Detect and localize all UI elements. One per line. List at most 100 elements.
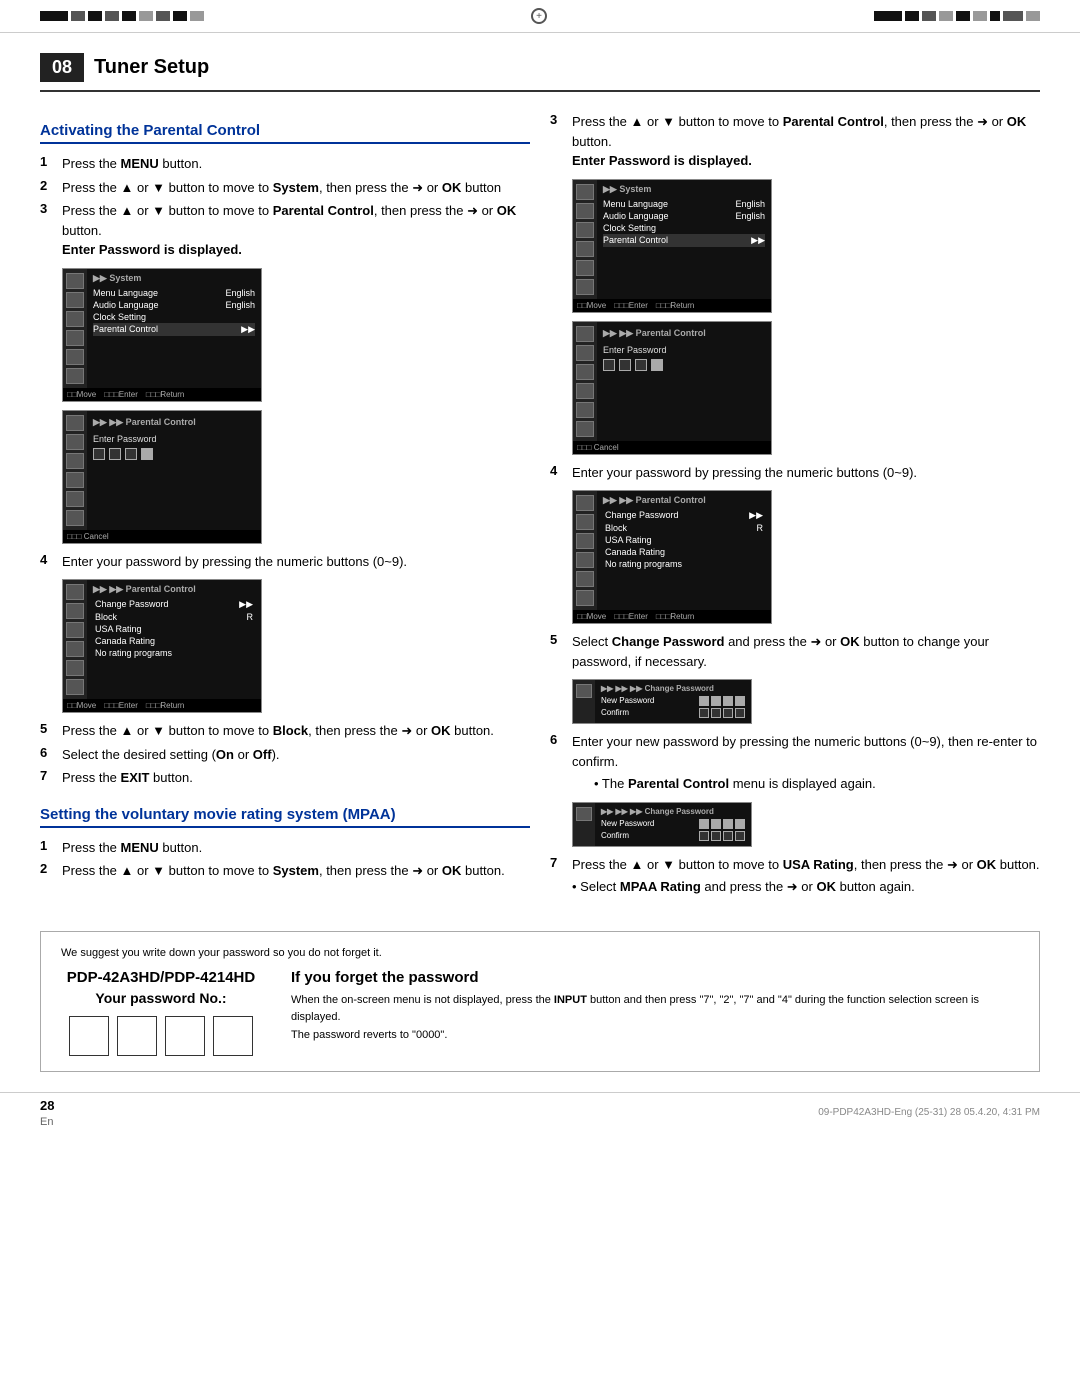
cp-dot [699, 831, 709, 841]
ok-keyword3: OK [431, 723, 451, 738]
chapter-header: 08 Tuner Setup [40, 53, 1040, 92]
cp-inner-1: ▶▶ ▶▶ ▶▶ Change Password New Password [573, 680, 751, 723]
icon-box [576, 260, 594, 276]
step-5-text: Press the ▲ or ▼ button to move to Block… [62, 721, 530, 741]
note-right-title: If you forget the password [291, 969, 1019, 986]
icon-box [66, 679, 84, 695]
cp-dot [723, 819, 733, 829]
note-container: We suggest you write down your password … [61, 947, 1019, 1056]
right-block-row: BlockR [603, 522, 765, 534]
right-step-3: 3 Press the ▲ or ▼ button to move to Par… [550, 112, 1040, 171]
pc-inner: ▶▶ ▶▶ Parental Control Change Password▶▶… [63, 580, 261, 699]
step-3-text: Press the ▲ or ▼ button to move to Paren… [62, 201, 530, 260]
cp-title-2: ▶▶ ▶▶ ▶▶ Change Password [601, 807, 745, 816]
deco-seg [939, 11, 953, 21]
change-pw-screen-2: ▶▶ ▶▶ ▶▶ Change Password New Password [572, 802, 1040, 847]
cp-dot [723, 831, 733, 841]
right-system-menu-screen: ▶▶ System Menu LanguageEnglish Audio Lan… [572, 179, 772, 313]
usa-rating-row: USA Rating [93, 623, 255, 635]
deco-seg [40, 11, 68, 21]
cp-dot [711, 831, 721, 841]
parental-control-title: ▶▶ ▶▶ Parental Control [93, 417, 255, 428]
password-footer: □□□ Cancel [63, 530, 261, 543]
step-num-6: 6 [40, 745, 58, 760]
icon-box [576, 402, 594, 418]
bullet-note: • The Parental Control menu is displayed… [594, 774, 1040, 794]
icon-box [66, 349, 84, 365]
right-parental-row: Parental Control▶▶ [603, 234, 765, 247]
right-no-rating-row: No rating programs [603, 558, 765, 570]
pw-box-4 [213, 1016, 253, 1056]
note-password-label: Your password No.: [95, 990, 226, 1006]
pc-main-area: ▶▶ ▶▶ Parental Control Change Password▶▶… [87, 580, 261, 699]
off-keyword: Off [253, 747, 272, 762]
note-right-area: If you forget the password When the on-s… [291, 969, 1019, 1045]
right-column: 3 Press the ▲ or ▼ button to move to Par… [550, 112, 1040, 901]
icon-box [66, 330, 84, 346]
main-content: Activating the Parental Control 1 Press … [0, 102, 1080, 911]
icon-box [576, 203, 594, 219]
right-step-7: 7 Press the ▲ or ▼ button to move to USA… [550, 855, 1040, 897]
right-step-3-text: Press the ▲ or ▼ button to move to Paren… [572, 112, 1040, 171]
step-4: 4 Enter your password by pressing the nu… [40, 552, 530, 572]
dot-1 [93, 448, 105, 460]
icon-box [576, 571, 594, 587]
password-icons [63, 411, 87, 530]
ok-kw-right7: OK [977, 857, 997, 872]
step-6-text: Select the desired setting (On or Off). [62, 745, 530, 765]
note-left-area: PDP-42A3HD/PDP-4214HD Your password No.: [61, 969, 261, 1056]
password-sidebar: ▶▶ ▶▶ Parental Control Enter Password [63, 411, 261, 530]
step-num-7: 7 [40, 768, 58, 783]
icon-box [576, 184, 594, 200]
mpaa-step-1-text: Press the MENU button. [62, 838, 530, 858]
dot-3 [125, 448, 137, 460]
cp-dot [711, 696, 721, 706]
right-step-5: 5 Select Change Password and press the ➜… [550, 632, 1040, 671]
note-box: We suggest you write down your password … [40, 931, 1040, 1072]
cp-dot [699, 708, 709, 718]
cp-icon-area [573, 680, 595, 723]
right-screen-footer: □□Move□□□Enter□□□Return [573, 299, 771, 312]
step-7: 7 Press the EXIT button. [40, 768, 530, 788]
deco-seg [139, 11, 153, 21]
page-number: 28 [40, 1098, 54, 1113]
right-step-num-5: 5 [550, 632, 568, 647]
parental-control-list-screen: ▶▶ ▶▶ Parental Control Change Password▶▶… [62, 579, 262, 713]
top-decorative-bar: + [0, 0, 1080, 33]
right-step-num-3: 3 [550, 112, 568, 127]
screen-footer: □□Move□□□Enter□□□Return [63, 388, 261, 401]
mpaa-kw: MPAA Rating [620, 879, 701, 894]
cp-dot [699, 819, 709, 829]
cp-dot [711, 708, 721, 718]
right-dot-4 [651, 359, 663, 371]
confirm-dots [699, 708, 745, 718]
icon-box [576, 495, 594, 511]
cp-icon-box-2 [576, 807, 592, 821]
on-keyword: On [216, 747, 234, 762]
right-menu-row: Menu LanguageEnglish [603, 198, 765, 210]
right-pc-icons [573, 491, 597, 610]
note-model: PDP-42A3HD/PDP-4214HD [67, 969, 255, 986]
icon-box [576, 241, 594, 257]
right-pc-footer: □□Move□□□Enter□□□Return [573, 610, 771, 623]
center-circle-icon: + [531, 8, 547, 24]
deco-seg [956, 11, 970, 21]
right-parental-ctrl-title: ▶▶ ▶▶ Parental Control [603, 328, 765, 339]
audio-row: Audio LanguageEnglish [93, 299, 255, 311]
step-num-5: 5 [40, 721, 58, 736]
icon-box [576, 552, 594, 568]
dot-4 [141, 448, 153, 460]
icon-box [576, 383, 594, 399]
cp-dot [711, 819, 721, 829]
pw-box-3 [165, 1016, 205, 1056]
icon-box [66, 622, 84, 638]
menu-keyword2: MENU [121, 840, 159, 855]
pw-box-2 [117, 1016, 157, 1056]
step-4-text: Enter your password by pressing the nume… [62, 552, 530, 572]
right-step-6-text: Enter your new password by pressing the … [572, 732, 1040, 794]
new-pw-dots-2 [699, 819, 745, 829]
right-pc-title: ▶▶ ▶▶ Parental Control [603, 495, 765, 506]
password-entry-screen: ▶▶ ▶▶ Parental Control Enter Password □□… [62, 410, 262, 544]
system-keyword: System [273, 180, 319, 195]
footer-page-number: 28 En [40, 1098, 54, 1128]
